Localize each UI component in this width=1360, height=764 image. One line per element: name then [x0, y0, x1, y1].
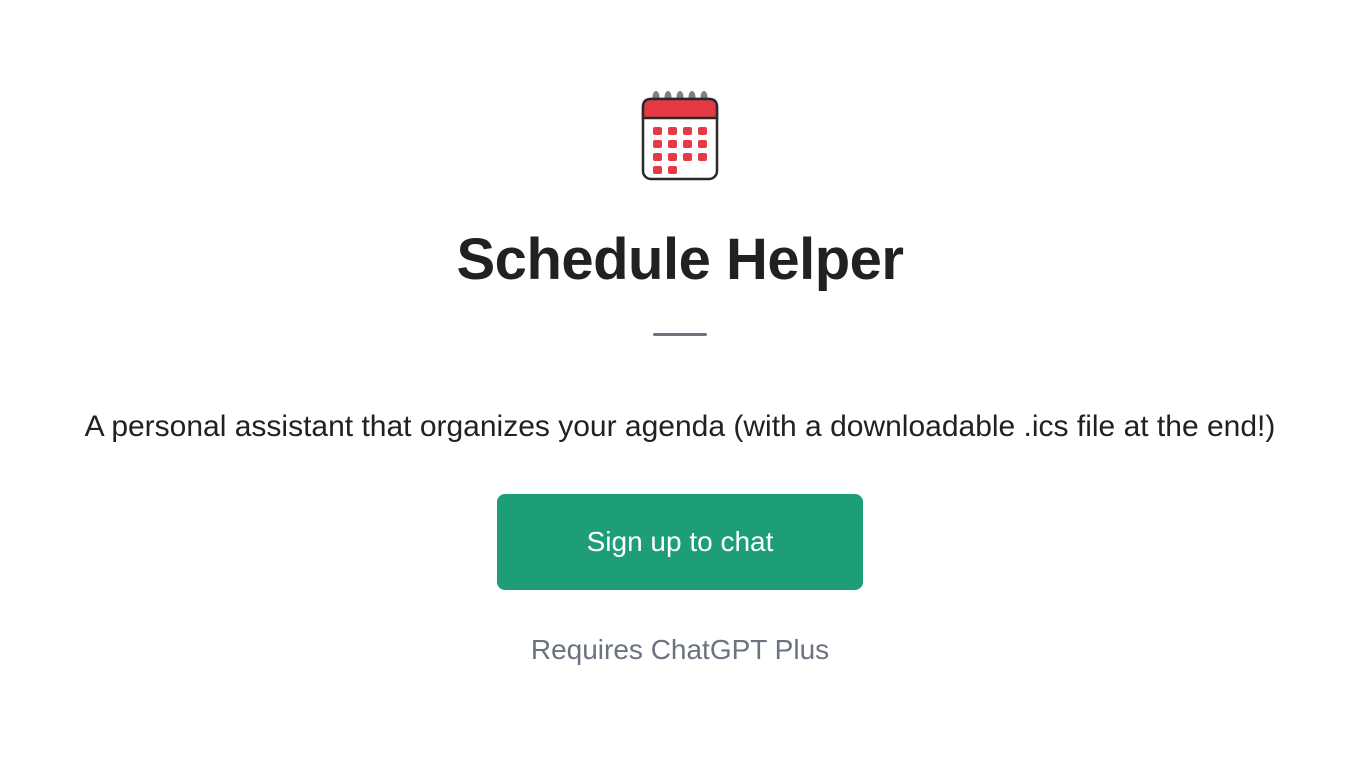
page-title: Schedule Helper [457, 226, 904, 293]
app-description: A personal assistant that organizes your… [65, 410, 1296, 444]
divider [653, 333, 707, 336]
calendar-icon [635, 91, 725, 185]
signup-button[interactable]: Sign up to chat [497, 494, 864, 590]
requires-text: Requires ChatGPT Plus [531, 634, 829, 666]
app-icon-container [632, 90, 728, 186]
